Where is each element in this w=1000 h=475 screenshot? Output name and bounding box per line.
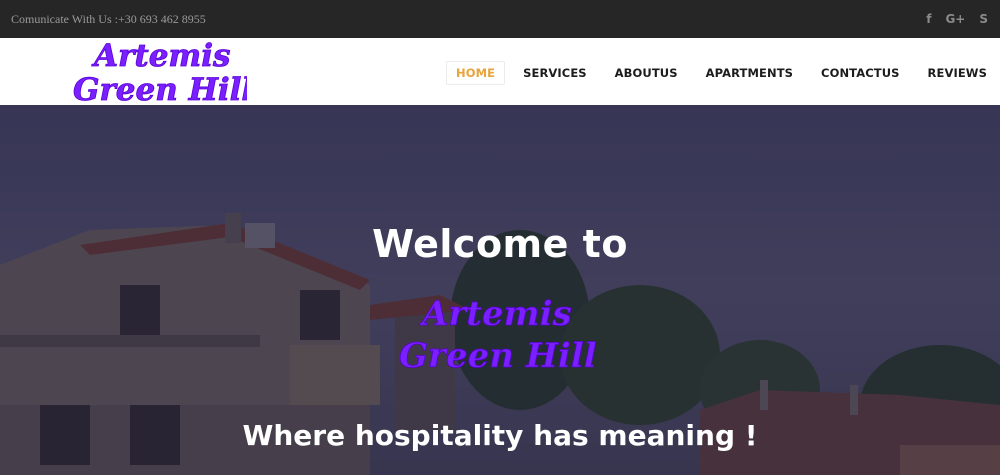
- nav-home[interactable]: HOME: [446, 61, 506, 85]
- hero-section: Welcome to Artemis Green Hill Where hosp…: [0, 105, 1000, 475]
- nav-apartments[interactable]: APARTMENTS: [696, 61, 803, 85]
- nav-services[interactable]: SERVICES: [513, 61, 597, 85]
- hero-logo-line1: Artemis: [419, 294, 572, 334]
- logo-line2: Green Hill: [73, 72, 247, 105]
- nav-contactus[interactable]: CONTACTUS: [811, 61, 910, 85]
- hero-logo: Artemis Green Hill: [399, 294, 598, 375]
- hero-logo-line2: Green Hill: [399, 336, 597, 375]
- site-logo[interactable]: Artemis Green Hill: [72, 38, 247, 105]
- site-header: Artemis Green Hill HOME SERVICES ABOUTUS…: [0, 38, 1000, 105]
- main-nav: HOME SERVICES ABOUTUS APARTMENTS CONTACT…: [446, 61, 1000, 85]
- hero-tagline: Where hospitality has meaning !: [242, 419, 758, 452]
- logo-line1: Artemis: [91, 38, 230, 74]
- facebook-icon[interactable]: f: [926, 11, 931, 27]
- nav-reviews[interactable]: REVIEWS: [918, 61, 997, 85]
- contact-phone-text: Comunicate With Us :+30 693 462 8955: [11, 12, 206, 26]
- hero-welcome-heading: Welcome to: [372, 222, 628, 266]
- nav-aboutus[interactable]: ABOUTUS: [605, 61, 688, 85]
- skype-icon[interactable]: S: [979, 11, 988, 27]
- top-bar: Comunicate With Us :+30 693 462 8955 f G…: [0, 0, 1000, 38]
- google-plus-icon[interactable]: G+: [945, 11, 965, 27]
- social-links: f G+ S: [926, 11, 988, 27]
